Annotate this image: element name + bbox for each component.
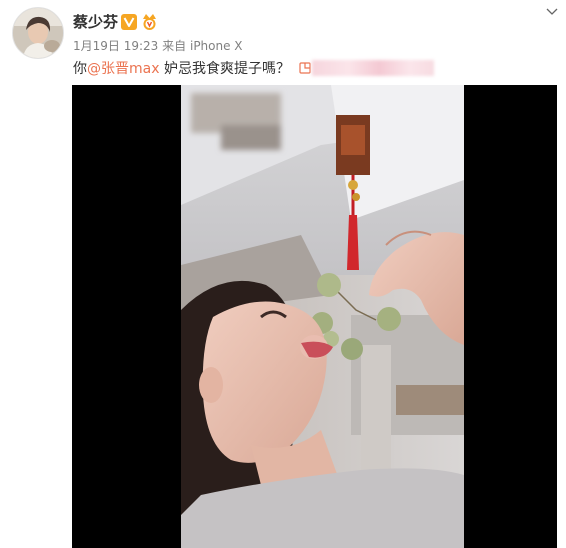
blurred-link-text[interactable] — [312, 60, 434, 76]
post-meta: 1月19日 19:23 来自 iPhone X — [73, 39, 243, 53]
user-mention-link[interactable]: @张晋max — [87, 61, 160, 77]
text-prefix: 你 — [73, 61, 87, 77]
link-icon[interactable] — [299, 62, 311, 74]
post-timestamp[interactable]: 1月19日 19:23 — [73, 39, 158, 53]
source-prefix: 来自 — [162, 39, 187, 53]
text-body: 妒忌我食爽提子嗎？ — [159, 61, 290, 77]
video-player[interactable] — [72, 85, 557, 548]
author-name[interactable]: 蔡少芬 — [73, 12, 118, 32]
weibo-post: 蔡少芬 1月19日 19:23 来自 iPhone X 你@张晋max 妒忌我食… — [0, 0, 566, 548]
chevron-down-icon[interactable] — [546, 8, 558, 16]
post-text: 你@张晋max 妒忌我食爽提子嗎？ — [73, 60, 311, 78]
verified-v-icon — [121, 14, 137, 30]
vip-crown-icon[interactable] — [141, 12, 158, 31]
video-frame — [181, 85, 464, 548]
avatar[interactable] — [12, 7, 64, 59]
source-device[interactable]: iPhone X — [190, 39, 243, 53]
video-still-image — [181, 85, 464, 548]
